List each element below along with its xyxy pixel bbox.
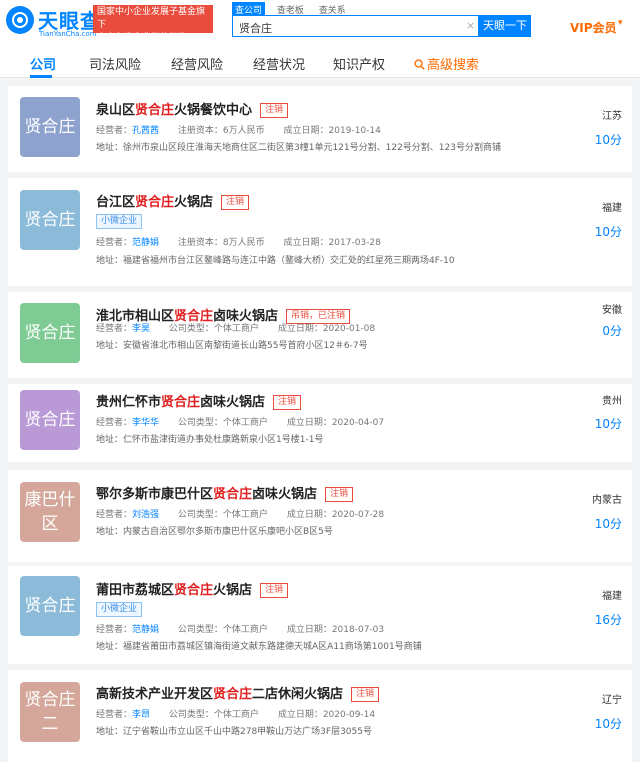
chevron-down-icon[interactable]: ▾ — [618, 18, 623, 28]
score-value: 10分 — [594, 417, 622, 431]
score-value: 10分 — [594, 133, 622, 147]
tab-operational-risk[interactable]: 经营风险 — [171, 54, 223, 73]
company-avatar: 贤合庄 — [20, 576, 80, 636]
company-avatar: 贤合庄 — [20, 97, 80, 157]
tianyancha-eye-icon[interactable] — [6, 6, 34, 34]
status-badge: 注销 — [221, 195, 250, 210]
search-icon — [414, 59, 425, 70]
score-value: 10分 — [594, 717, 622, 731]
result-card[interactable]: 康巴什区 鄂尔多斯市康巴什区贤合庄卤味火锅店 注销 经营者：刘浩强 公司类型：个体… — [8, 470, 632, 562]
small-micro-tag: 小微企业 — [96, 602, 143, 617]
company-address: 地址：仁怀市盐津街道办事处杜康路新泉小区1号楼1-1号 — [96, 435, 324, 445]
clear-search-icon[interactable]: × — [466, 19, 475, 32]
company-address: 地址：徐州市泉山区段庄淮海天地商住区二街区第3幢1单元121号分割、122号分割… — [96, 143, 501, 153]
status-badge: 注销 — [325, 487, 354, 502]
operator-link[interactable]: 刘浩强 — [132, 510, 159, 520]
advanced-search-label: 高级搜索 — [427, 58, 480, 73]
status-badge: 注销 — [260, 103, 289, 118]
score-value: 16分 — [594, 613, 622, 627]
result-card[interactable]: 贤合庄 莆田市荔城区贤合庄火锅店 注销 小微企业 经营者：范静娟 公司类型：个体工… — [8, 566, 632, 664]
active-tab-indicator — [30, 75, 52, 78]
logo-subtext: TianYanCha.com — [39, 30, 97, 38]
result-card[interactable]: 贤合庄二 高新技术产业开发区贤合庄二店休闲火锅店 注销 经营者：李昂 公司类型：个… — [8, 670, 632, 762]
result-card[interactable]: 贤合庄 台江区贤合庄火锅店 注销 小微企业 经营者：范静娟 注册资本：8万人民币 … — [8, 178, 632, 286]
status-badge: 注销 — [273, 395, 302, 410]
tab-operating-status[interactable]: 经营状况 — [253, 54, 305, 73]
region-label: 江苏 — [602, 111, 622, 122]
company-meta: 经营者：范静娟 注册资本：8万人民币 成立日期：2017-03-28 — [96, 238, 381, 248]
region-label: 贵州 — [602, 396, 622, 407]
status-badge: 注销 — [260, 583, 289, 598]
vip-member-link[interactable]: VIP会员 — [570, 19, 617, 36]
score-value: 10分 — [594, 517, 622, 531]
company-avatar: 贤合庄 — [20, 390, 80, 450]
gov-badge: 国家中小企业发展子基金旗下 官方备案企业征信机构 — [93, 5, 213, 43]
top-header: 天眼查 TianYanCha.com 国家中小企业发展子基金旗下 官方备案企业征… — [0, 0, 640, 48]
search-input[interactable]: 贤合庄 — [232, 15, 479, 37]
region-label: 福建 — [602, 591, 622, 602]
company-address: 地址：内蒙古自治区鄂尔多斯市康巴什区乐康吧小区B区5号 — [96, 527, 333, 537]
company-address: 地址：福建省莆田市荔城区镇海街道文献东路建德天城A区A11商场第1001号商铺 — [96, 642, 422, 652]
region-label: 辽宁 — [602, 695, 622, 706]
company-name-link[interactable]: 莆田市荔城区贤合庄火锅店 注销 — [96, 579, 289, 598]
gov-badge-line1: 国家中小企业发展子基金旗下 — [97, 7, 206, 30]
company-name-link[interactable]: 鄂尔多斯市康巴什区贤合庄卤味火锅店 注销 — [96, 483, 354, 502]
category-nav: 公司 司法风险 经营风险 经营状况 知识产权 高级搜索 — [0, 48, 640, 78]
operator-link[interactable]: 孔茜茜 — [132, 126, 159, 136]
small-micro-tag: 小微企业 — [96, 214, 143, 229]
company-avatar: 康巴什区 — [20, 482, 80, 542]
operator-link[interactable]: 范静娟 — [132, 625, 159, 635]
company-name-link[interactable]: 泉山区贤合庄火锅餐饮中心 注销 — [96, 99, 289, 118]
result-card[interactable]: 贤合庄 泉山区贤合庄火锅餐饮中心 注销 经营者：孔茜茜 注册资本：6万人民币 成立… — [8, 86, 632, 172]
company-meta: 经营者：范静娟 公司类型：个体工商户 成立日期：2018-07-03 — [96, 625, 385, 635]
operator-link[interactable]: 李华华 — [132, 418, 159, 428]
region-label: 福建 — [602, 203, 622, 214]
score-value: 10分 — [594, 225, 622, 239]
company-address: 地址：福建省福州市台江区鳌峰路与连江中路（鳌峰大桥）交汇处的红星苑三期两场4F-… — [96, 256, 455, 266]
company-avatar: 贤合庄二 — [20, 682, 80, 742]
company-avatar: 贤合庄 — [20, 190, 80, 250]
result-card[interactable]: 贤合庄 淮北市相山区贤合庄卤味火锅店 吊销，已注销 经营者：李昊 公司类型：个体工… — [8, 292, 632, 378]
gov-badge-line2: 官方备案企业征信机构 — [97, 33, 188, 43]
region-label: 内蒙古 — [592, 495, 622, 506]
company-avatar: 贤合庄 — [20, 303, 80, 363]
region-label: 安徽 — [602, 305, 622, 316]
result-card[interactable]: 贤合庄 贵州仁怀市贤合庄卤味火锅店 注销 经营者：李华华 公司类型：个体工商户 成… — [8, 384, 632, 462]
company-meta: 经营者：刘浩强 公司类型：个体工商户 成立日期：2020-07-28 — [96, 510, 385, 520]
tab-intellectual-property[interactable]: 知识产权 — [333, 54, 385, 73]
status-badge: 注销 — [351, 687, 380, 702]
operator-link[interactable]: 范静娟 — [132, 238, 159, 248]
tab-company[interactable]: 公司 — [30, 54, 56, 73]
advanced-search-link[interactable]: 高级搜索 — [414, 54, 479, 73]
score-value: 0分 — [602, 324, 622, 338]
company-name-link[interactable]: 高新技术产业开发区贤合庄二店休闲火锅店 注销 — [96, 683, 380, 702]
company-meta: 经营者：李昊 公司类型：个体工商户 成立日期：2020-01-08 — [96, 324, 376, 334]
company-name-link[interactable]: 贵州仁怀市贤合庄卤味火锅店 注销 — [96, 391, 302, 410]
operator-link[interactable]: 李昂 — [132, 710, 150, 720]
operator-link[interactable]: 李昊 — [132, 324, 150, 334]
company-address: 地址：安徽省淮北市相山区南黎街道长山路55号首府小区12＃6-7号 — [96, 341, 368, 351]
company-name-link[interactable]: 台江区贤合庄火锅店 注销 — [96, 191, 250, 210]
search-button[interactable]: 天眼一下 — [479, 15, 531, 37]
company-meta: 经营者：李华华 公司类型：个体工商户 成立日期：2020-04-07 — [96, 418, 385, 428]
company-meta: 经营者：李昂 公司类型：个体工商户 成立日期：2020-09-14 — [96, 710, 376, 720]
tab-judicial-risk[interactable]: 司法风险 — [89, 54, 141, 73]
company-address: 地址：辽宁省鞍山市立山区千山中路278甲鞍山万达广场3F层3055号 — [96, 727, 372, 737]
company-meta: 经营者：孔茜茜 注册资本：6万人民币 成立日期：2019-10-14 — [96, 126, 381, 136]
